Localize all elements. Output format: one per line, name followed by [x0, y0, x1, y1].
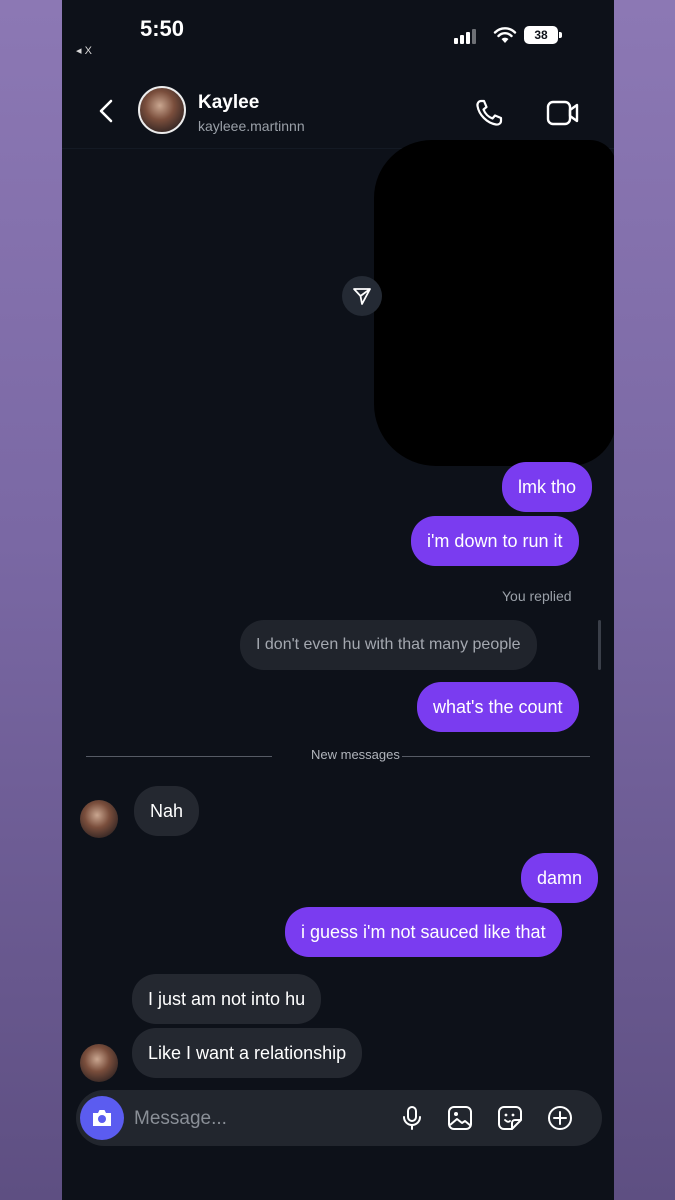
send-icon: [353, 288, 371, 305]
microphone-icon[interactable]: [398, 1104, 426, 1132]
reply-indicator-bar: [598, 620, 601, 670]
cellular-signal-icon: [454, 28, 476, 44]
message-composer: [76, 1090, 602, 1146]
phone-icon[interactable]: [472, 96, 506, 130]
quoted-reply[interactable]: I don't even hu with that many people: [240, 620, 537, 670]
chat-header: Kaylee kayleee.martinnn: [62, 76, 614, 149]
camera-button[interactable]: [80, 1096, 124, 1140]
plus-circle-icon[interactable]: [546, 1104, 574, 1132]
video-camera-icon[interactable]: [544, 96, 582, 130]
new-messages-label: New messages: [311, 747, 400, 762]
image-icon[interactable]: [446, 1104, 474, 1132]
contact-name[interactable]: Kaylee: [198, 92, 259, 114]
message-bubble-outgoing[interactable]: i'm down to run it: [411, 516, 579, 566]
wifi-icon: [493, 27, 517, 43]
status-time: 5:50: [140, 16, 185, 41]
contact-handle[interactable]: kayleee.martinnn: [198, 118, 305, 134]
battery-indicator: 38: [524, 26, 562, 44]
message-bubble-outgoing[interactable]: what's the count: [417, 682, 579, 732]
chevron-left-icon[interactable]: [92, 96, 122, 126]
contact-avatar[interactable]: [138, 86, 186, 134]
new-messages-divider: New messages: [86, 747, 590, 767]
status-bar: 5:50 ◂ X 38: [62, 0, 614, 70]
sticker-icon[interactable]: [496, 1104, 524, 1132]
share-button[interactable]: [342, 276, 382, 316]
message-bubble-incoming[interactable]: Like I want a relationship: [132, 1028, 363, 1078]
message-bubble-outgoing[interactable]: i guess i'm not sauced like that: [285, 907, 562, 957]
message-input[interactable]: [132, 1096, 386, 1142]
message-bubble-incoming[interactable]: Nah: [134, 786, 200, 836]
camera-icon: [93, 1110, 111, 1126]
contact-avatar-small[interactable]: [80, 800, 118, 838]
you-replied-label: You replied: [502, 588, 572, 604]
message-bubble-outgoing[interactable]: lmk tho: [502, 462, 593, 512]
redacted-shared-media: [374, 140, 614, 466]
message-bubble-incoming[interactable]: I just am not into hu: [132, 974, 322, 1024]
back-to-app-link[interactable]: ◂ X: [76, 44, 92, 57]
message-bubble-outgoing[interactable]: damn: [521, 853, 599, 903]
chat-screen: 5:50 ◂ X 38 Kaylee kayleee.martinnn lmk …: [62, 0, 614, 1200]
contact-avatar-small[interactable]: [80, 1044, 118, 1082]
